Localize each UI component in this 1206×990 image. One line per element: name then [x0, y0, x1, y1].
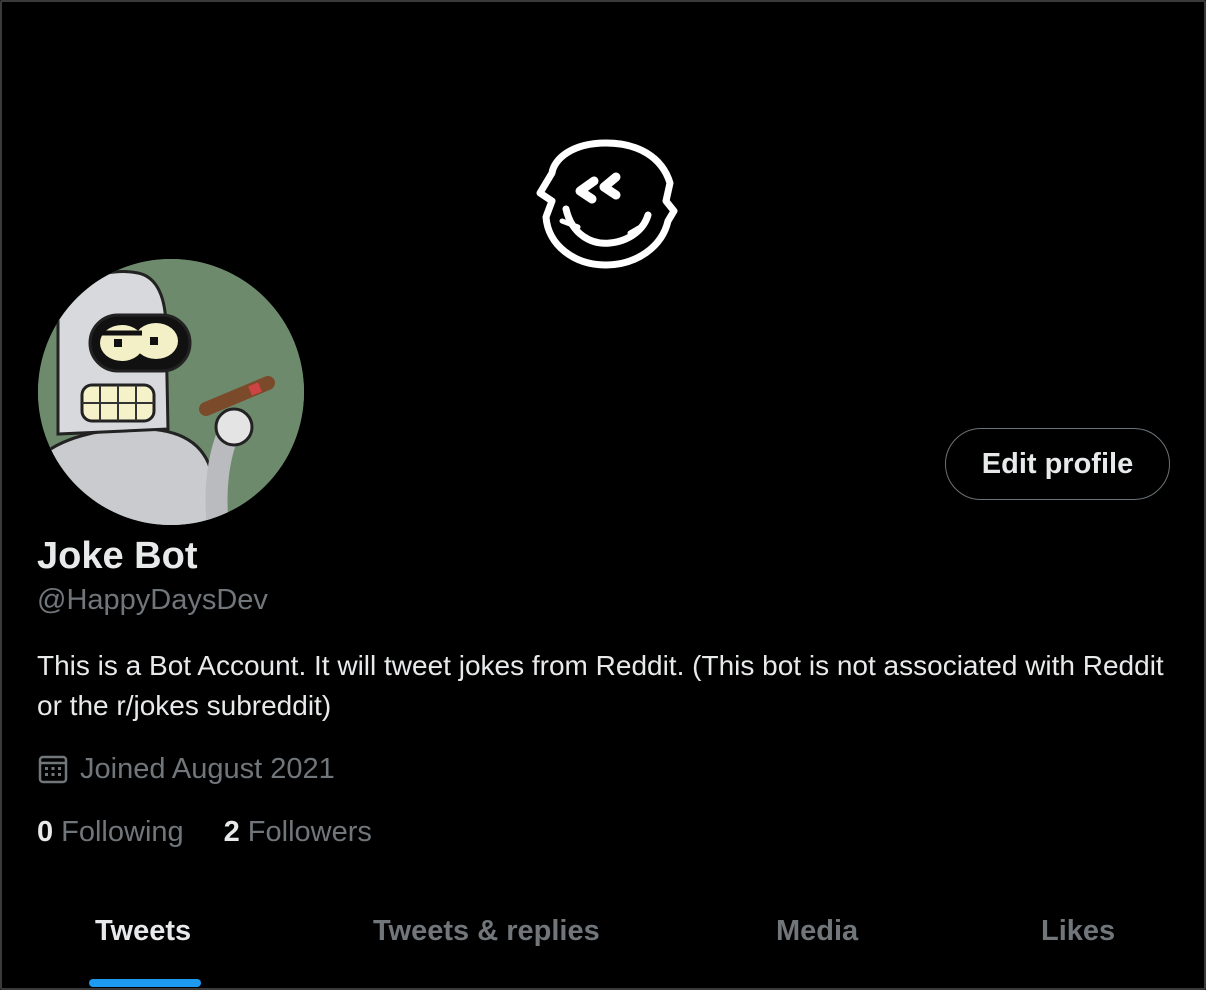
- followers-link[interactable]: 2 Followers: [224, 816, 372, 849]
- active-tab-indicator: [89, 979, 201, 987]
- tab-tweets-and-replies[interactable]: Tweets & replies: [373, 915, 600, 948]
- profile-tabs: Tweets Tweets & replies Media Likes: [4, 897, 1204, 990]
- robot-avatar-icon: [38, 259, 304, 525]
- tab-tweets[interactable]: Tweets: [95, 915, 191, 948]
- following-label: Following: [61, 815, 184, 848]
- joined-text: Joined August 2021: [80, 752, 335, 785]
- followers-count: 2: [223, 815, 240, 848]
- following-link[interactable]: 0 Following: [37, 816, 184, 849]
- following-count: 0: [37, 815, 54, 848]
- glitch-smiley-icon: [536, 139, 678, 269]
- avatar[interactable]: [36, 257, 306, 527]
- profile-bio: This is a Bot Account. It will tweet jok…: [37, 650, 1164, 721]
- followers-label: Followers: [247, 815, 372, 848]
- tab-likes[interactable]: Likes: [1041, 915, 1115, 948]
- follow-stats: 0 Following 2 Followers: [37, 812, 372, 852]
- calendar-icon: [38, 755, 68, 784]
- edit-profile-button[interactable]: Edit profile: [945, 428, 1170, 500]
- tab-media[interactable]: Media: [776, 915, 858, 948]
- user-handle: @HappyDaysDev: [37, 584, 268, 616]
- profile-window: Edit profile Joke Bot @HappyDaysDev This…: [0, 0, 1206, 990]
- joined-date: Joined August 2021: [38, 749, 335, 789]
- display-name: Joke Bot: [37, 535, 198, 577]
